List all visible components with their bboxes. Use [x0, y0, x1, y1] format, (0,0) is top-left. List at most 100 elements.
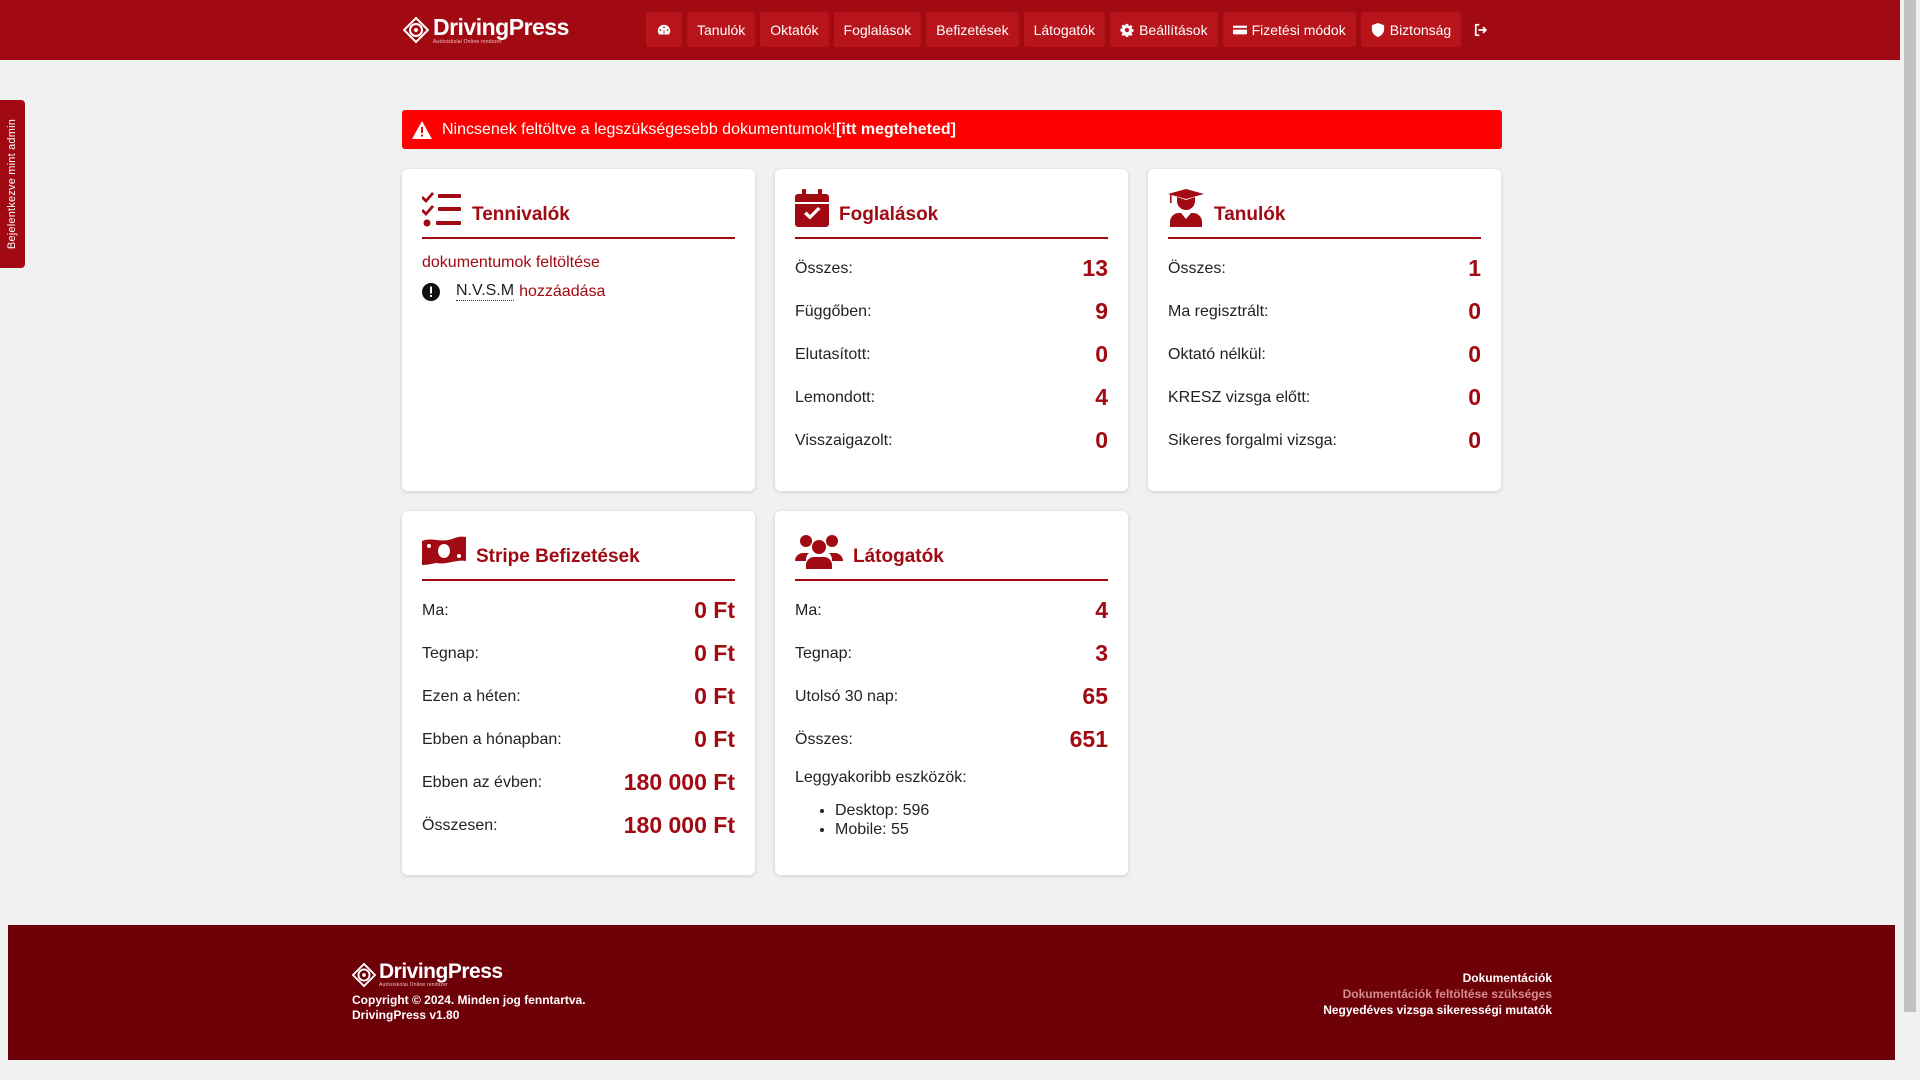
side-tab-label: Bejelentkezve mint admin — [6, 118, 19, 250]
footer-link-docs[interactable]: Dokumentációk — [1323, 970, 1552, 986]
payments-year-row: Ebben az évben: 180 000 Ft — [422, 761, 735, 804]
nav-visitors[interactable]: Látogatók — [1023, 12, 1106, 47]
stat-value: 0 — [1468, 341, 1481, 367]
stat-value: 0 — [1468, 298, 1481, 324]
students-today-row: Ma regisztrált: 0 — [1168, 290, 1481, 333]
payments-week-row: Ezen a héten: 0 Ft — [422, 675, 735, 718]
payments-month-row: Ebben a hónapban: 0 Ft — [422, 718, 735, 761]
logo-icon — [403, 17, 429, 43]
stat-label: Tegnap: — [422, 644, 479, 662]
main-nav: Tanulók Oktatók Foglalások Befizetések L… — [646, 12, 1496, 47]
stat-label: Elutasított: — [795, 345, 871, 363]
stat-value: 180 000 Ft — [623, 812, 735, 838]
stat-value: 65 — [1082, 683, 1108, 709]
todo-title: Tennivalók — [472, 204, 570, 225]
nvsm-abbreviation: N.V.S.M — [456, 282, 515, 301]
payments-title: Stripe Befizetések — [476, 546, 640, 567]
stat-value: 0 — [1095, 341, 1108, 367]
students-no-instructor-row: Oktató nélkül: 0 — [1168, 333, 1481, 376]
copyright-text: Copyright © 2024. Minden jog fenntartva. — [352, 993, 586, 1007]
todo-item: N.V.S.M hozzáadása — [422, 282, 735, 301]
calendar-check-icon — [795, 189, 829, 227]
nav-students[interactable]: Tanulók — [687, 12, 756, 47]
nav-bookings[interactable]: Foglalások — [833, 12, 922, 47]
nav-settings[interactable]: Beállítások — [1110, 12, 1218, 47]
nav-payment-methods-label: Fizetési módok — [1251, 21, 1346, 38]
stat-value: 0 Ft — [694, 597, 735, 623]
footer-link-exam-stats[interactable]: Negyedéves vizsga sikerességi mutatók — [1323, 1002, 1552, 1018]
students-passed-exam-row: Sikeres forgalmi vizsga: 0 — [1168, 419, 1481, 462]
stripe-payments-card: Stripe Befizetések Ma: 0 Ft Tegnap: 0 Ft… — [402, 511, 755, 875]
stat-label: Lemondott: — [795, 388, 876, 406]
stat-label: Ma: — [795, 601, 822, 619]
students-card: Tanulók Összes: 1 Ma regisztrált: 0 Okta… — [1148, 169, 1501, 491]
nav-settings-label: Beállítások — [1139, 21, 1208, 38]
footer-link-docs-upload[interactable]: Dokumentációk feltöltése szükséges — [1323, 986, 1552, 1002]
alert-text: Nincsenek feltöltve a legszükségesebb do… — [442, 120, 836, 138]
students-title: Tanulók — [1214, 204, 1286, 225]
payments-total-row: Összesen: 180 000 Ft — [422, 804, 735, 847]
students-before-kresz-row: KRESZ vizsga előtt: 0 — [1168, 376, 1481, 419]
graduate-student-icon — [1168, 189, 1204, 227]
nav-security-label: Biztonság — [1389, 21, 1452, 38]
gear-icon — [1120, 23, 1134, 37]
scrollbar-thumb[interactable] — [1904, 0, 1916, 1012]
stat-label: Sikeres forgalmi vizsga: — [1168, 431, 1337, 449]
nav-security[interactable]: Biztonság — [1360, 12, 1462, 47]
bookings-total-row: Összes: 13 — [795, 247, 1108, 290]
alert-link[interactable]: [itt megteheted] — [836, 121, 956, 139]
nav-payments[interactable]: Befizetések — [926, 12, 1019, 47]
vertical-scrollbar[interactable] — [1900, 0, 1920, 1080]
nav-instructors[interactable]: Oktatók — [760, 12, 829, 47]
stat-label: Ma regisztrált: — [1168, 302, 1269, 320]
credit-card-icon — [1232, 25, 1247, 34]
brand-name: DrivingPress — [433, 13, 569, 40]
stat-label: Összes: — [1168, 259, 1226, 277]
brand-tagline: Autósiskolai Online rendszer — [433, 38, 502, 45]
stat-value: 3 — [1095, 640, 1108, 666]
footer: DrivingPress Autósiskolai Online rendsze… — [8, 925, 1895, 1060]
tasks-list-icon — [422, 192, 461, 227]
logo-icon — [352, 962, 376, 987]
nav-dashboard[interactable] — [646, 12, 682, 47]
upload-documents-link[interactable]: dokumentumok feltöltése — [422, 254, 735, 272]
bookings-title: Foglalások — [839, 204, 939, 225]
visitors-card: Látogatók Ma: 4 Tegnap: 3 Utolsó 30 nap:… — [775, 511, 1128, 875]
todo-card: Tennivalók dokumentumok feltöltése N.V.S… — [402, 169, 755, 491]
nvsm-add-link[interactable]: hozzáadása — [519, 283, 605, 301]
visitors-total-row: Összes: 651 — [795, 718, 1108, 761]
stat-label: Ebben a hónapban: — [422, 730, 562, 748]
footer-brand-name: DrivingPress — [379, 960, 503, 983]
brand-logo-link[interactable]: DrivingPress Autósiskolai Online rendsze… — [403, 14, 569, 46]
stat-value: 651 — [1069, 726, 1108, 752]
money-bill-icon — [422, 536, 466, 565]
payments-today-row: Ma: 0 Ft — [422, 589, 735, 632]
stat-value: 0 — [1095, 427, 1108, 453]
stat-value: 13 — [1082, 255, 1108, 281]
footer-links: Dokumentációk Dokumentációk feltöltése s… — [1323, 970, 1552, 1018]
footer-copyright: Copyright © 2024. Minden jog fenntartva.… — [352, 993, 586, 1023]
stat-label: Összes: — [795, 259, 853, 277]
logout-icon — [1475, 23, 1488, 36]
shield-icon — [1371, 22, 1384, 37]
stat-label: KRESZ vizsga előtt: — [1168, 388, 1311, 406]
users-group-icon — [795, 535, 843, 569]
stat-label: Tegnap: — [795, 644, 852, 662]
stat-value: 0 Ft — [694, 726, 735, 752]
bookings-rejected-row: Elutasított: 0 — [795, 333, 1108, 376]
bookings-confirmed-row: Visszaigazolt: 0 — [795, 419, 1108, 462]
logged-in-as-admin-tab[interactable]: Bejelentkezve mint admin — [0, 100, 25, 268]
stat-label: Ma: — [422, 601, 449, 619]
top-devices-title: Leggyakoribb eszközök: — [795, 769, 967, 786]
students-total-row: Összes: 1 — [1168, 247, 1481, 290]
logout-button[interactable] — [1466, 12, 1496, 47]
stat-value: 0 Ft — [694, 683, 735, 709]
stat-label: Függőben: — [795, 302, 872, 320]
stat-label: Összesen: — [422, 816, 498, 834]
stat-value: 4 — [1095, 597, 1108, 623]
nav-payment-methods[interactable]: Fizetési módok — [1222, 12, 1356, 47]
footer-brand[interactable]: DrivingPress Autósiskolai Online rendsze… — [352, 961, 503, 988]
stat-value: 1 — [1468, 255, 1481, 281]
bookings-card: Foglalások Összes: 13 Függőben: 9 Elutas… — [775, 169, 1128, 491]
visitors-today-row: Ma: 4 — [795, 589, 1108, 632]
